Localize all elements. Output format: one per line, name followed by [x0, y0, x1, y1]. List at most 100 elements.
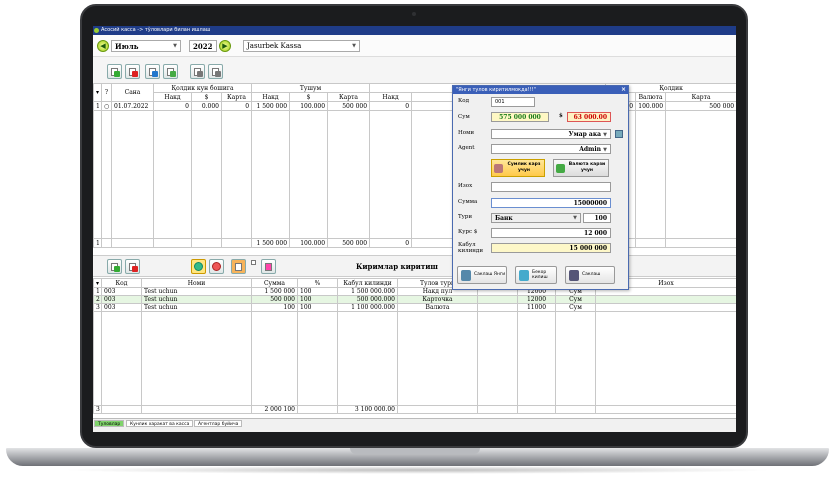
note-field[interactable]: [491, 182, 611, 192]
edit-button[interactable]: [163, 64, 178, 79]
print-button[interactable]: [208, 64, 223, 79]
cashbox-select[interactable]: Jasurbek Kassa ▼: [243, 40, 360, 52]
usd-field[interactable]: 63 000.00: [567, 112, 611, 122]
col-usd1: $: [191, 92, 222, 102]
save-icon: [569, 270, 579, 281]
arrow-up-icon: [194, 262, 203, 271]
cell: Test uchun: [141, 295, 252, 304]
empty-area: [93, 110, 736, 239]
tab-daily[interactable]: Кунлик харакат ва касса: [126, 420, 194, 427]
table-row[interactable]: 1 003 Test uchun 1 500 000 100 1 500 000…: [93, 287, 736, 296]
add-record-button[interactable]: [107, 64, 122, 79]
code-field[interactable]: 001: [491, 97, 535, 107]
arrow-down-icon: [212, 262, 221, 271]
cell: 0.000: [191, 101, 222, 111]
type-select[interactable]: Банк ▼: [491, 213, 581, 223]
cell: Сум: [555, 295, 596, 304]
cell: 0: [153, 101, 192, 111]
income-grid: ▾ Код Номи Сумма % Кабул килинди Тулов т…: [93, 278, 736, 418]
table-row[interactable]: 1 ○ 01.07.2022 0 0.000 0 1 500 000 100.0…: [93, 101, 736, 111]
cash-summary-grid: ▾ ? Сана Қолдик кун бошига Тушум Ч Қолди…: [93, 83, 736, 253]
type-value: Банк: [495, 215, 513, 222]
bottom-tabs: Тулoвлар Кунлик харакат ва касса Агентла…: [93, 418, 736, 432]
chevron-down-icon: ▼: [603, 147, 607, 153]
rate-field[interactable]: 12 000: [491, 228, 611, 238]
chevron-down-icon: ▼: [603, 132, 607, 138]
close-icon[interactable]: ×: [621, 86, 626, 94]
move-down-button[interactable]: [209, 259, 224, 274]
undo-icon: [519, 270, 529, 281]
spin-icon: ⇕: [208, 43, 214, 49]
delete-record-button[interactable]: [125, 64, 140, 79]
agent-select[interactable]: Admin ▼: [491, 144, 611, 154]
table-row[interactable]: 2 003 Test uchun 500 000 100 500 000.000…: [93, 295, 736, 304]
received-field[interactable]: 15 000 000: [491, 243, 611, 253]
grid-settings-button[interactable]: [231, 259, 246, 274]
col-cash3: Накд: [369, 92, 413, 102]
type-label: Тури: [458, 214, 473, 220]
cell: Test uchun: [141, 287, 252, 296]
dialog-title: "Янги тулов киритилмокда!!!": [453, 86, 628, 94]
col-date-header[interactable]: Сана: [111, 83, 154, 102]
report-button[interactable]: [190, 64, 205, 79]
name-label: Номи: [458, 130, 475, 136]
dollar-icon: [556, 164, 565, 173]
year-stepper[interactable]: 2022 ⇕: [189, 40, 217, 52]
cell: Test uchun: [141, 303, 252, 312]
cell: 003: [101, 295, 142, 304]
currency-debt-button[interactable]: Валюта карзи учун: [553, 159, 609, 177]
note-label: Изох: [458, 183, 473, 189]
add-income-button[interactable]: [107, 259, 122, 274]
col-currency4: Валюта: [635, 92, 667, 102]
amount-field[interactable]: 15000000: [491, 198, 611, 208]
cell: 0: [220, 101, 253, 111]
lookup-icon[interactable]: [615, 130, 623, 138]
table-row[interactable]: 3 003 Test uchun 100 100 1 100 000.000 В…: [93, 303, 736, 312]
type-percent-field[interactable]: 100: [583, 213, 611, 223]
cell: Валюта: [397, 303, 478, 312]
cell: Карточка: [397, 295, 478, 304]
save-button[interactable]: Саклаш: [565, 266, 615, 284]
usd-label: $: [559, 113, 563, 119]
received-label: Кабул килинди: [458, 242, 483, 254]
cell: 500 000: [327, 101, 371, 111]
cancel-label: Бекор килиш: [532, 270, 548, 280]
total-row: 3 2 000 100 3 100 000.00: [93, 405, 736, 414]
panel-title: Киримлар киритиш: [356, 262, 438, 271]
col-cash2: Накд: [251, 92, 291, 102]
col-sum: Сумма: [251, 278, 298, 288]
laptop-shadow: [60, 466, 775, 474]
month-select[interactable]: Июль ▼: [111, 40, 181, 52]
tab-payments[interactable]: Тулoвлар: [94, 420, 125, 427]
empty-area: [93, 311, 736, 406]
sum-field[interactable]: 575 000 000: [491, 112, 549, 122]
cell: 1 100 000.000: [337, 303, 398, 312]
next-month-button[interactable]: ▶: [219, 40, 231, 52]
tab-agents[interactable]: Агентлар буйича: [194, 420, 243, 427]
prev-month-button[interactable]: ◀: [97, 40, 109, 52]
col-received: Кабул килинди: [337, 278, 398, 288]
clipboard-button[interactable]: [261, 259, 276, 274]
month-value: Июль: [115, 42, 139, 51]
total-row: 1 1 500 000 100.000 500 000 0: [93, 238, 736, 248]
save-new-button[interactable]: Саклаш Янги: [457, 266, 507, 284]
row-index: 2: [93, 295, 102, 304]
cell: 1 500 000: [251, 287, 298, 296]
delete-income-button[interactable]: [125, 259, 140, 274]
move-up-button[interactable]: [191, 259, 206, 274]
checkbox[interactable]: [251, 260, 256, 265]
transfer-button[interactable]: [145, 64, 160, 79]
chevron-down-icon: ▼: [573, 215, 577, 221]
sum-debt-button[interactable]: Сумлик карз учун: [491, 159, 545, 177]
total-index: 1: [93, 238, 102, 248]
save-label: Саклаш: [582, 272, 601, 277]
cell: 500 000: [665, 101, 736, 111]
cell: 0: [369, 101, 413, 111]
cancel-button[interactable]: Бекор килиш: [515, 266, 557, 284]
row-index: 3: [93, 303, 102, 312]
code-label: Код: [458, 98, 469, 104]
name-select[interactable]: Умар ака ▼: [491, 129, 611, 139]
cell: 100: [251, 303, 298, 312]
window-title: Асосий касса -> тўловлари билан ишлаш: [101, 27, 211, 33]
col-name: Номи: [141, 278, 252, 288]
